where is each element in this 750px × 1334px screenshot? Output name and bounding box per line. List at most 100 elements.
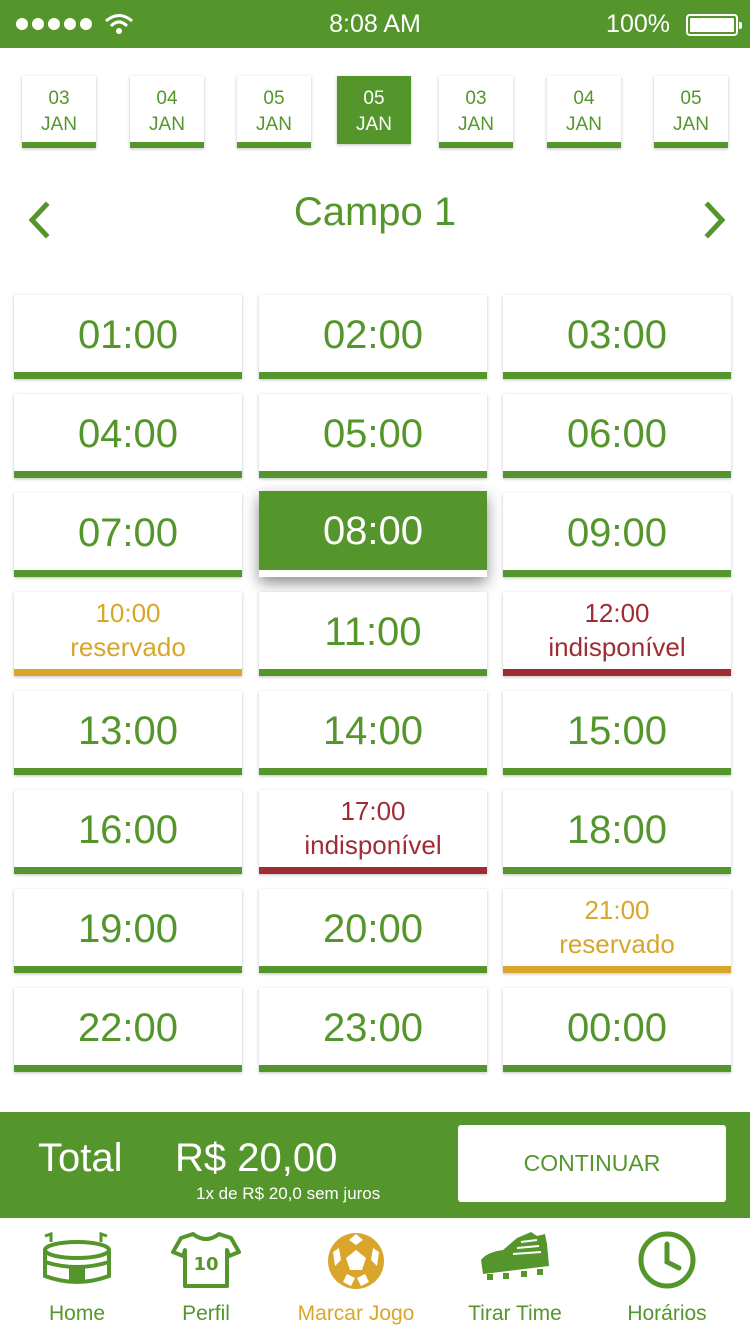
date-day: 04	[573, 88, 595, 109]
date-month: JAN	[256, 114, 292, 135]
date-day: 05	[680, 88, 702, 109]
status-bar: 8:08 AM 100%	[0, 0, 750, 48]
time-slot-0400[interactable]: 04:00	[14, 394, 242, 478]
svg-text:10: 10	[193, 1254, 218, 1275]
date-tab-4[interactable]: 03 JAN	[439, 76, 513, 148]
time-slot-1700-unavailable[interactable]: 17:00 indisponível	[259, 790, 487, 874]
slot-time: 07:00	[77, 511, 179, 555]
time-slot-0500[interactable]: 05:00	[259, 394, 487, 478]
stadium-icon	[43, 1231, 111, 1284]
nav-horarios[interactable]: Horários	[592, 1218, 742, 1334]
slot-time: 18:00	[566, 808, 668, 852]
slot-time: 01:00	[77, 313, 179, 357]
time-slot-0300[interactable]: 03:00	[503, 295, 731, 379]
slot-time: 15:00	[566, 709, 668, 753]
chevron-right-icon[interactable]	[700, 200, 730, 240]
date-month: JAN	[458, 114, 494, 135]
soccer-ball-icon	[328, 1233, 384, 1289]
date-tab-1[interactable]: 04 JAN	[130, 76, 204, 148]
nav-label: Perfil	[182, 1302, 230, 1325]
time-slot-1100[interactable]: 11:00	[259, 592, 487, 676]
slot-time: 04:00	[77, 412, 179, 456]
time-slot-0100[interactable]: 01:00	[14, 295, 242, 379]
time-slot-0700[interactable]: 07:00	[14, 493, 242, 577]
battery-percent: 100%	[606, 10, 670, 38]
time-slot-2300[interactable]: 23:00	[259, 988, 487, 1072]
field-title: Campo 1	[293, 190, 457, 234]
battery-icon	[686, 14, 742, 36]
date-month: JAN	[673, 114, 709, 135]
slot-time: 16:00	[77, 808, 179, 852]
slot-time: 08:00	[322, 509, 424, 553]
slot-time: 13:00	[77, 709, 179, 753]
nav-label: Marcar Jogo	[297, 1302, 415, 1325]
continue-button[interactable]: CONTINUAR	[458, 1125, 726, 1202]
clock-icon	[638, 1231, 696, 1289]
time-slot-0000[interactable]: 00:00	[503, 988, 731, 1072]
time-slot-0900[interactable]: 09:00	[503, 493, 731, 577]
total-label: Total	[38, 1136, 123, 1180]
date-day: 04	[156, 88, 178, 109]
soccer-cleat-icon	[481, 1232, 549, 1280]
time-slot-1300[interactable]: 13:00	[14, 691, 242, 775]
time-slot-1800[interactable]: 18:00	[503, 790, 731, 874]
installments-text: 1x de R$ 20,0 sem juros	[196, 1184, 381, 1203]
time-slot-1200-unavailable[interactable]: 12:00 indisponível	[503, 592, 731, 676]
time-slot-2100-reserved[interactable]: 21:00 reservado	[503, 889, 731, 973]
slot-time: 10:00	[95, 598, 161, 628]
nav-tirar-time[interactable]: Tirar Time	[440, 1218, 590, 1334]
time-slot-0800-selected[interactable]: 08:00	[259, 491, 487, 577]
slot-status-label: indisponível	[548, 632, 686, 662]
nav-marcar-jogo[interactable]: Marcar Jogo	[281, 1218, 431, 1334]
time-slot-0200[interactable]: 02:00	[259, 295, 487, 379]
date-tab-6[interactable]: 05 JAN	[654, 76, 728, 148]
time-slot-1600[interactable]: 16:00	[14, 790, 242, 874]
date-tab-0[interactable]: 03 JAN	[22, 76, 96, 148]
slot-time: 21:00	[584, 895, 650, 925]
date-month: JAN	[566, 114, 602, 135]
bottom-nav: Home 10 Perfil Marcar Jogo Tirar Time Ho…	[0, 1218, 750, 1334]
time-slot-2000[interactable]: 20:00	[259, 889, 487, 973]
slot-time: 12:00	[584, 598, 650, 628]
slot-status-label: reservado	[70, 632, 186, 662]
slot-time: 23:00	[322, 1006, 424, 1050]
nav-perfil[interactable]: 10 Perfil	[131, 1218, 281, 1334]
slot-time: 00:00	[566, 1006, 668, 1050]
slot-status-label: indisponível	[304, 830, 442, 860]
date-day: 03	[48, 88, 70, 109]
slot-time: 05:00	[322, 412, 424, 456]
date-tab-2[interactable]: 05 JAN	[237, 76, 311, 148]
slot-time: 22:00	[77, 1006, 179, 1050]
slot-time: 09:00	[566, 511, 668, 555]
slot-time: 11:00	[324, 610, 422, 654]
date-month: JAN	[41, 114, 77, 135]
date-day: 05	[363, 88, 385, 109]
slot-time: 20:00	[322, 907, 424, 951]
date-day: 03	[465, 88, 487, 109]
date-month: JAN	[149, 114, 185, 135]
date-tab-3-selected[interactable]: 05 JAN	[337, 76, 411, 144]
time-slot-1000-reserved[interactable]: 10:00 reservado	[14, 592, 242, 676]
nav-label: Horários	[627, 1302, 707, 1325]
slot-status-label: reservado	[559, 929, 675, 959]
time-slot-2200[interactable]: 22:00	[14, 988, 242, 1072]
slot-time: 19:00	[77, 907, 179, 951]
date-day: 05	[263, 88, 285, 109]
date-month: JAN	[356, 114, 392, 135]
slot-time: 14:00	[322, 709, 424, 753]
slot-time: 02:00	[322, 313, 424, 357]
slot-time: 17:00	[340, 796, 406, 826]
time-slot-0600[interactable]: 06:00	[503, 394, 731, 478]
slot-time: 06:00	[566, 412, 668, 456]
nav-label: Home	[48, 1302, 106, 1325]
slot-time: 03:00	[566, 313, 668, 357]
date-tab-5[interactable]: 04 JAN	[547, 76, 621, 148]
nav-label: Tirar Time	[468, 1302, 562, 1325]
time-slot-1500[interactable]: 15:00	[503, 691, 731, 775]
nav-home[interactable]: Home	[2, 1218, 152, 1334]
time-slot-1900[interactable]: 19:00	[14, 889, 242, 973]
total-price: R$ 20,00	[175, 1136, 338, 1180]
time-slot-1400[interactable]: 14:00	[259, 691, 487, 775]
total-bar: Total R$ 20,00 1x de R$ 20,0 sem juros C…	[0, 1112, 750, 1218]
jersey-icon: 10	[171, 1232, 241, 1288]
